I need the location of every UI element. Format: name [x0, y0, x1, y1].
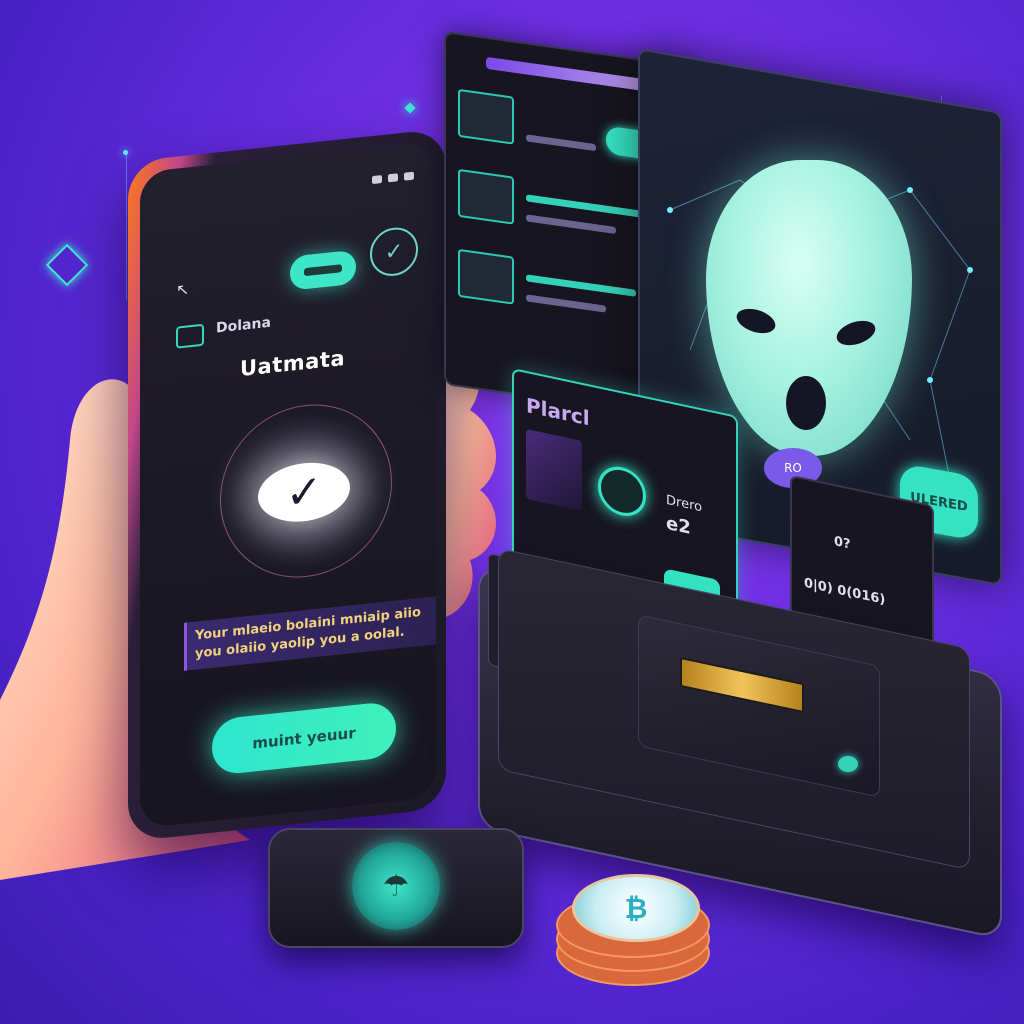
list-bar	[526, 214, 616, 235]
phone-screen: ↖ ✓ Dolana Uatmata ✓ Your mlaeio bolaini…	[140, 141, 436, 829]
mask-eye	[833, 316, 879, 350]
brand-label: Plarcl	[526, 392, 590, 431]
sparkle-dot	[123, 150, 128, 155]
thumbnail-image[interactable]	[458, 248, 514, 305]
mask-eye	[733, 304, 779, 338]
primary-action-button[interactable]: muint yeuur	[212, 700, 396, 776]
signal-icon	[372, 175, 382, 185]
sparkle-line	[126, 150, 127, 300]
shield-icon: ☂	[352, 842, 440, 930]
status-bar	[372, 171, 414, 185]
sparkle-star	[404, 102, 416, 114]
shield-tile[interactable]: ☂	[268, 828, 524, 948]
mask-mouth	[786, 376, 826, 430]
checkmark-circle-icon[interactable]: ✓	[370, 225, 418, 279]
brand-artwork	[526, 428, 582, 511]
list-bar	[526, 134, 596, 152]
list-bar	[526, 194, 646, 219]
panel-header-bar	[486, 56, 646, 92]
thumbnail-image[interactable]	[458, 168, 514, 225]
coin-icon: ₿	[572, 874, 700, 942]
stats-text: 0|0) 0(016)	[804, 575, 886, 608]
status-message: Your mlaeio bolaini mniaip aiio you olai…	[184, 593, 436, 671]
app-name: Dolana	[216, 314, 271, 337]
wifi-icon	[388, 173, 398, 183]
list-bar	[526, 294, 606, 313]
brand-value: e2	[666, 512, 691, 539]
battery-icon	[404, 171, 414, 181]
stats-text: 0?	[834, 534, 851, 553]
brand-ring-icon[interactable]	[598, 462, 646, 521]
sparkle-diamond	[45, 243, 89, 287]
page-title: Uatmata	[240, 345, 346, 381]
app-logo-icon	[176, 323, 204, 349]
toggle-switch[interactable]	[290, 249, 356, 291]
thumbnail-image[interactable]	[458, 88, 514, 145]
list-bar	[526, 274, 636, 297]
back-arrow-icon[interactable]: ↖	[176, 279, 189, 299]
brand-text: Drero	[666, 492, 703, 516]
wallet-clasp[interactable]	[838, 756, 858, 772]
phone-device: ↖ ✓ Dolana Uatmata ✓ Your mlaeio bolaini…	[128, 128, 446, 842]
